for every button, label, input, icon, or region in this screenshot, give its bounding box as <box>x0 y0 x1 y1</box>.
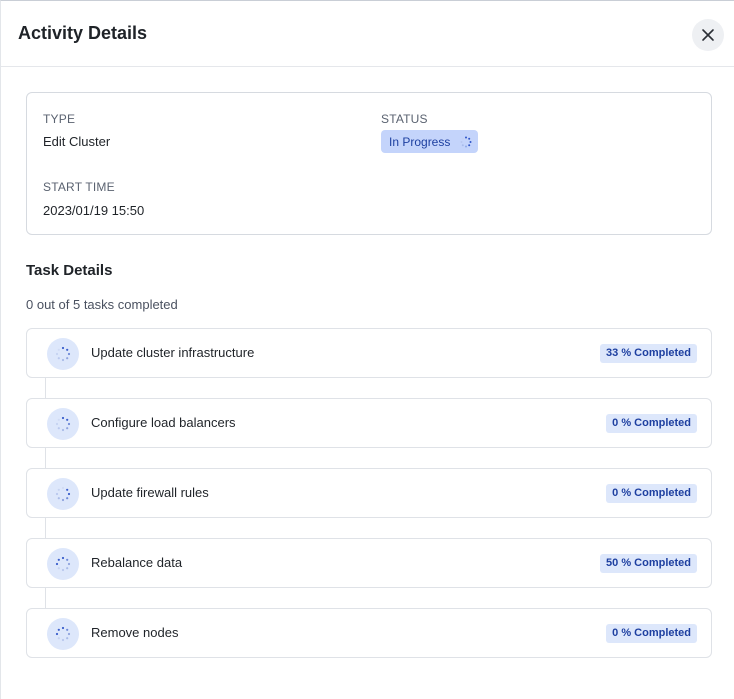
spinner-icon <box>47 338 79 370</box>
task-progress-badge: 0 % Completed <box>606 624 697 643</box>
page-title: Activity Details <box>18 23 148 43</box>
task-label: Remove nodes <box>91 625 179 640</box>
status-badge: In Progress <box>381 130 479 153</box>
task-item: Configure load balancers 0 % Completed <box>26 398 712 448</box>
task-item: Remove nodes 0 % Completed <box>26 608 712 658</box>
task-label: Rebalance data <box>91 555 183 570</box>
task-progress-badge: 50 % Completed <box>600 554 697 573</box>
task-progress-summary: 0 out of 5 tasks completed <box>26 297 178 312</box>
task-progress-badge: 0 % Completed <box>606 484 697 503</box>
status-value: In Progress <box>389 134 451 149</box>
spinner-icon <box>47 548 79 580</box>
spinner-icon <box>47 478 79 510</box>
activity-details-panel: Activity Details TYPE Edit Cluster STATU… <box>0 0 734 699</box>
task-connector <box>45 588 46 608</box>
type-value: Edit Cluster <box>43 134 111 149</box>
task-details-title: Task Details <box>26 262 113 279</box>
task-label: Update firewall rules <box>91 485 209 500</box>
status-label: STATUS <box>381 112 428 126</box>
spinner-icon <box>47 618 79 650</box>
panel-header: Activity Details <box>1 1 734 67</box>
task-connector <box>45 378 46 398</box>
start-time-label: START TIME <box>43 180 115 194</box>
type-label: TYPE <box>43 112 76 126</box>
spinner-icon <box>460 136 472 147</box>
close-icon <box>702 29 714 41</box>
task-progress-badge: 0 % Completed <box>606 414 697 433</box>
task-progress-badge: 33 % Completed <box>600 344 697 363</box>
close-button[interactable] <box>692 19 724 51</box>
task-item: Rebalance data 50 % Completed <box>26 538 712 588</box>
task-connector <box>45 448 46 468</box>
task-label: Configure load balancers <box>91 415 236 430</box>
spinner-icon <box>47 408 79 440</box>
task-item: Update firewall rules 0 % Completed <box>26 468 712 518</box>
task-item: Update cluster infrastructure 33 % Compl… <box>26 328 712 378</box>
start-time-value: 2023/01/19 15:50 <box>43 203 145 218</box>
task-label: Update cluster infrastructure <box>91 345 255 360</box>
task-connector <box>45 518 46 538</box>
activity-summary-card: TYPE Edit Cluster STATUS In Progress STA… <box>26 92 712 235</box>
